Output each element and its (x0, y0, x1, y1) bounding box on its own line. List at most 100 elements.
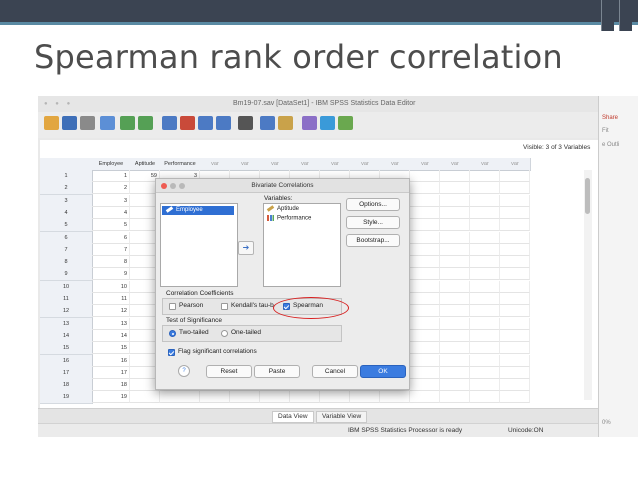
table-cell[interactable] (440, 366, 470, 379)
table-cell[interactable]: 19 (92, 391, 130, 404)
tab-variable-view[interactable]: Variable View (316, 411, 368, 423)
table-cell[interactable] (410, 317, 440, 330)
table-cell[interactable]: 4 (92, 206, 130, 219)
row-header[interactable]: 3 (40, 194, 93, 208)
table-cell[interactable]: 11 (92, 293, 130, 305)
table-cell[interactable] (470, 170, 500, 182)
table-cell[interactable] (440, 305, 470, 318)
ok-button[interactable]: OK (360, 365, 406, 378)
table-cell[interactable] (350, 391, 380, 404)
list-item-performance[interactable]: Performance (267, 215, 311, 222)
table-cell[interactable] (320, 391, 350, 404)
options-button[interactable]: Options... (346, 198, 400, 211)
table-cell[interactable] (410, 280, 440, 293)
table-cell[interactable] (470, 182, 500, 195)
table-cell[interactable] (440, 379, 470, 392)
table-cell[interactable] (410, 379, 440, 392)
share-label[interactable]: Share (602, 115, 618, 121)
table-cell[interactable] (500, 268, 530, 281)
table-cell[interactable] (470, 305, 500, 318)
table-cell[interactable] (440, 170, 470, 182)
table-cell[interactable] (410, 170, 440, 182)
table-cell[interactable]: 15 (92, 342, 130, 355)
table-cell[interactable] (410, 206, 440, 219)
open-icon[interactable] (44, 116, 59, 130)
table-cell[interactable] (410, 305, 440, 318)
table-cell[interactable] (470, 293, 500, 305)
row-header[interactable]: 14 (40, 329, 93, 343)
table-cell[interactable] (470, 243, 500, 256)
table-cell[interactable] (440, 280, 470, 293)
table-cell[interactable] (410, 219, 440, 232)
table-cell[interactable] (470, 354, 500, 367)
outline-label[interactable]: e Outli (602, 142, 619, 148)
table-cell[interactable] (470, 317, 500, 330)
table-cell[interactable] (410, 256, 440, 269)
table-cell[interactable] (410, 391, 440, 404)
reset-button[interactable]: Reset (206, 365, 252, 378)
row-header[interactable]: 16 (40, 354, 93, 368)
undo-icon[interactable] (120, 116, 135, 130)
paste-button[interactable]: Paste (254, 365, 300, 378)
cancel-button[interactable]: Cancel (312, 365, 358, 378)
zoom-dialog-icon[interactable] (179, 183, 185, 189)
table-cell[interactable] (440, 243, 470, 256)
table-cell[interactable] (470, 379, 500, 392)
table-cell[interactable]: 17 (92, 366, 130, 379)
table-cell[interactable] (500, 219, 530, 232)
table-cell[interactable] (470, 194, 500, 207)
table-cell[interactable] (470, 366, 500, 379)
table-cell[interactable] (410, 182, 440, 195)
save-icon[interactable] (62, 116, 77, 130)
row-header[interactable]: 13 (40, 317, 93, 331)
row-header[interactable]: 17 (40, 366, 93, 380)
table-cell[interactable] (500, 170, 530, 182)
row-header[interactable]: 6 (40, 231, 93, 245)
tab-data-view[interactable]: Data View (272, 411, 314, 423)
row-header[interactable]: 15 (40, 342, 93, 356)
window-controls[interactable]: ● ● ● (44, 101, 73, 107)
insert-variable-icon[interactable] (278, 116, 293, 130)
weight-cases-icon[interactable] (320, 116, 335, 130)
close-dialog-icon[interactable] (161, 183, 167, 189)
table-cell[interactable] (410, 329, 440, 342)
table-cell[interactable] (500, 280, 530, 293)
table-cell[interactable] (440, 391, 470, 404)
row-header[interactable]: 10 (40, 280, 93, 294)
table-cell[interactable]: 2 (92, 182, 130, 195)
table-cell[interactable] (500, 354, 530, 367)
table-cell[interactable]: 12 (92, 305, 130, 318)
table-cell[interactable]: 10 (92, 280, 130, 293)
table-cell[interactable] (380, 391, 410, 404)
table-cell[interactable] (470, 268, 500, 281)
table-cell[interactable] (500, 206, 530, 219)
table-cell[interactable] (440, 256, 470, 269)
run-descriptives-icon[interactable] (216, 116, 231, 130)
table-cell[interactable] (410, 293, 440, 305)
table-cell[interactable] (500, 366, 530, 379)
table-cell[interactable]: 5 (92, 219, 130, 232)
table-cell[interactable] (470, 219, 500, 232)
row-header[interactable]: 11 (40, 293, 93, 306)
table-cell[interactable] (500, 379, 530, 392)
table-cell[interactable]: 9 (92, 268, 130, 281)
table-cell[interactable] (470, 391, 500, 404)
table-cell[interactable] (470, 231, 500, 244)
variables-icon[interactable] (198, 116, 213, 130)
table-cell[interactable] (410, 342, 440, 355)
table-cell[interactable] (290, 391, 320, 404)
goto-case-icon[interactable] (162, 116, 177, 130)
vertical-scrollbar[interactable] (584, 170, 592, 400)
table-cell[interactable] (440, 206, 470, 219)
table-cell[interactable]: 18 (92, 379, 130, 392)
one-tailed-radio[interactable] (221, 330, 228, 337)
kendall-checkbox[interactable] (221, 303, 228, 310)
print-icon[interactable] (80, 116, 95, 130)
flag-significant-checkbox[interactable] (168, 349, 175, 356)
row-header[interactable]: 2 (40, 182, 93, 196)
two-tailed-radio[interactable] (169, 330, 176, 337)
pearson-checkbox[interactable] (169, 303, 176, 310)
table-cell[interactable] (440, 219, 470, 232)
table-cell[interactable] (500, 305, 530, 318)
table-cell[interactable] (500, 342, 530, 355)
